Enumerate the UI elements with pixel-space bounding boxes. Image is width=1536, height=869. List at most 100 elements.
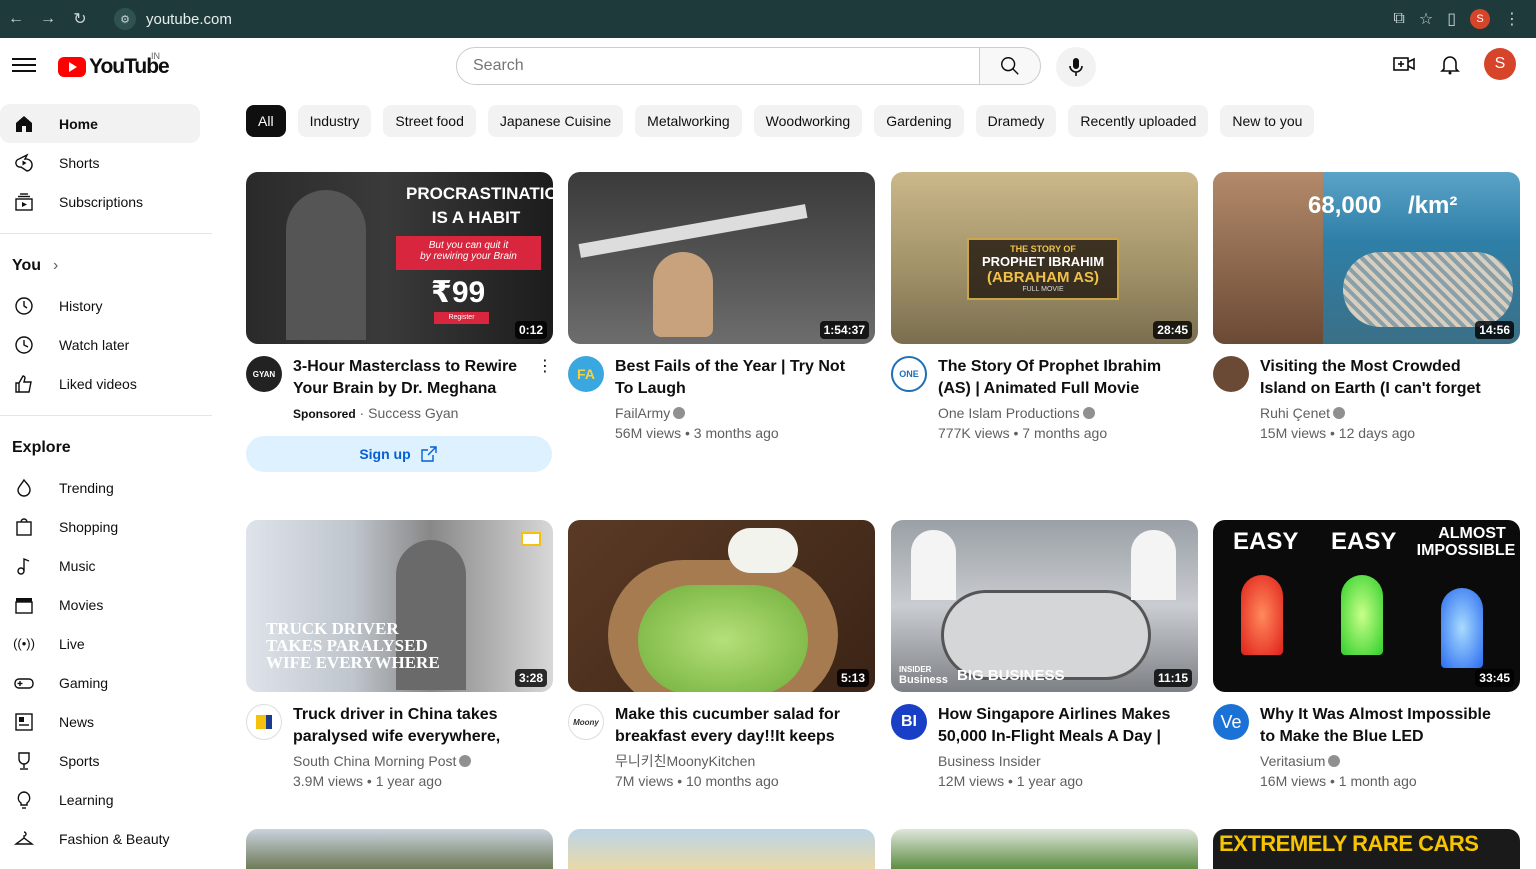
channel-avatar[interactable] (1213, 356, 1249, 392)
channel-avatar[interactable]: ONE (891, 356, 927, 392)
channel-name[interactable]: Ruhi Çenet (1260, 405, 1330, 421)
video-card[interactable] (246, 829, 553, 869)
channel-name[interactable]: Success Gyan (368, 405, 458, 421)
sidebar-item-liked-videos[interactable]: Liked videos (0, 364, 200, 403)
channel-name[interactable]: One Islam Productions (938, 405, 1080, 421)
sidebar-item-home[interactable]: Home (0, 104, 200, 143)
chip-woodworking[interactable]: Woodworking (753, 105, 863, 137)
chip-street-food[interactable]: Street food (383, 105, 476, 137)
video-thumbnail[interactable]: INSIDER Business BIG BUSINESS 11:15 (891, 520, 1198, 692)
video-card[interactable]: THE STORY OF PROPHET IBRAHIM (ABRAHAM AS… (891, 172, 1198, 443)
create-video-icon[interactable] (1392, 52, 1416, 76)
channel-name[interactable]: 무니키친MoonyKitchen (615, 751, 865, 771)
chip-dramedy[interactable]: Dramedy (975, 105, 1057, 137)
sidebar-item-gaming[interactable]: Gaming (0, 663, 200, 702)
video-thumbnail[interactable]: 1:54:37 (568, 172, 875, 344)
video-card[interactable]: TRUCK DRIVER TAKES PARALYSED WIFE EVERYW… (246, 520, 553, 791)
sidebar-item-watch-later[interactable]: Watch later (0, 325, 200, 364)
sidebar-item-trending[interactable]: Trending (0, 468, 200, 507)
video-thumbnail[interactable]: TRUCK DRIVER TAKES PARALYSED WIFE EVERYW… (246, 520, 553, 692)
address-bar[interactable]: ⚙ youtube.com (106, 4, 1346, 34)
site-info-icon[interactable]: ⚙ (114, 8, 136, 30)
video-thumbnail[interactable]: EXTREMELY RARE CARS (1213, 829, 1520, 869)
chip-recently-uploaded[interactable]: Recently uploaded (1068, 105, 1209, 137)
youtube-logo[interactable]: YouTube IN (58, 51, 170, 79)
search-box[interactable] (456, 47, 980, 85)
chip-gardening[interactable]: Gardening (874, 105, 964, 137)
browser-menu-icon[interactable]: ⋮ (1504, 9, 1520, 29)
more-actions-icon[interactable]: ⋮ (537, 356, 553, 376)
video-thumbnail[interactable] (568, 829, 875, 869)
sign-up-button[interactable]: Sign up (246, 436, 552, 472)
video-thumbnail[interactable]: 5:13 (568, 520, 875, 692)
sidebar-item-shopping[interactable]: Shopping (0, 507, 200, 546)
channel-avatar[interactable]: FA (568, 356, 604, 392)
video-title[interactable]: 3-Hour Masterclass to Rewire Your Brain … (293, 356, 543, 400)
channel-name[interactable]: Business Insider (938, 751, 1188, 771)
video-title[interactable]: Why It Was Almost Impossible to Make the… (1260, 704, 1510, 748)
channel-avatar[interactable] (246, 704, 282, 740)
video-title[interactable]: Truck driver in China takes paralysed wi… (293, 704, 543, 748)
channel-avatar[interactable]: GYAN (246, 356, 282, 392)
notifications-bell-icon[interactable] (1438, 52, 1462, 76)
video-card[interactable] (891, 829, 1198, 869)
forward-icon[interactable]: → (32, 10, 64, 28)
chip-japanese-cuisine[interactable]: Japanese Cuisine (487, 105, 624, 137)
video-title[interactable]: Make this cucumber salad for breakfast e… (615, 704, 865, 748)
url-text: youtube.com (146, 10, 232, 28)
video-card[interactable]: 1:54:37 FA Best Fails of the Year | Try … (568, 172, 875, 443)
you-heading-label: You (12, 257, 42, 274)
account-avatar[interactable]: S (1484, 48, 1516, 80)
bookmark-star-icon[interactable]: ☆ (1419, 9, 1433, 29)
video-thumbnail[interactable]: 68,000 /km² 14:56 (1213, 172, 1520, 344)
sidebar-item-movies[interactable]: Movies (0, 585, 200, 624)
video-card[interactable]: EASY EASY ALMOST IMPOSSIBLE 33:45 Ve Why… (1213, 520, 1520, 791)
chip-new-to-you[interactable]: New to you (1220, 105, 1315, 137)
video-title[interactable]: How Singapore Airlines Makes 50,000 In-F… (938, 704, 1188, 748)
video-card[interactable]: 5:13 Moony Make this cucumber salad for … (568, 520, 875, 791)
voice-search-button[interactable] (1056, 47, 1096, 87)
channel-avatar[interactable]: Moony (568, 704, 604, 740)
sidebar-item-music[interactable]: Music (0, 546, 200, 585)
channel-avatar[interactable]: Ve (1213, 704, 1249, 740)
sidebar-item-live[interactable]: ((•)) Live (0, 624, 200, 663)
browser-profile-avatar[interactable]: S (1470, 9, 1490, 29)
hamburger-menu-icon[interactable] (12, 54, 36, 78)
sidebar-you-heading[interactable]: You › (0, 246, 224, 286)
search-button[interactable] (979, 47, 1041, 85)
sidebar-item-fashion-beauty[interactable]: Fashion & Beauty (0, 819, 200, 858)
video-card[interactable]: 68,000 /km² 14:56 Visiting the Most Crow… (1213, 172, 1520, 443)
back-icon[interactable]: ← (0, 10, 32, 28)
video-card-ad[interactable]: PROCRASTINATION IS A HABIT But you can q… (246, 172, 553, 472)
chip-all[interactable]: All (246, 105, 286, 137)
video-title[interactable]: The Story Of Prophet Ibrahim (AS) | Anim… (938, 356, 1188, 400)
video-thumbnail[interactable]: EASY EASY ALMOST IMPOSSIBLE 33:45 (1213, 520, 1520, 692)
install-icon[interactable]: ⧉ (1393, 10, 1404, 28)
video-thumbnail[interactable]: PROCRASTINATION IS A HABIT But you can q… (246, 172, 553, 344)
channel-avatar[interactable]: BI (891, 704, 927, 740)
video-title[interactable]: Visiting the Most Crowded Island on Eart… (1260, 356, 1510, 400)
sidebar-item-history[interactable]: History (0, 286, 200, 325)
side-panel-icon[interactable]: ▯ (1447, 9, 1456, 29)
video-thumbnail[interactable]: THE STORY OF PROPHET IBRAHIM (ABRAHAM AS… (891, 172, 1198, 344)
channel-name[interactable]: Veritasium (1260, 753, 1325, 769)
chip-industry[interactable]: Industry (297, 105, 372, 137)
sidebar-item-label: Movies (59, 596, 104, 613)
video-card[interactable]: INSIDER Business BIG BUSINESS 11:15 BI H… (891, 520, 1198, 791)
sidebar-item-sports[interactable]: Sports (0, 741, 200, 780)
channel-name[interactable]: South China Morning Post (293, 753, 456, 769)
video-card[interactable]: EXTREMELY RARE CARS (1213, 829, 1520, 869)
sidebar-item-learning[interactable]: Learning (0, 780, 200, 819)
video-thumbnail[interactable] (891, 829, 1198, 869)
reload-icon[interactable]: ↻ (64, 9, 96, 29)
video-thumbnail[interactable] (246, 829, 553, 869)
search-input[interactable] (473, 57, 979, 75)
view-count: 56M views • 3 months ago (615, 425, 779, 441)
channel-name[interactable]: FailArmy (615, 405, 670, 421)
video-title[interactable]: Best Fails of the Year | Try Not To Laug… (615, 356, 865, 400)
chip-metalworking[interactable]: Metalworking (635, 105, 742, 137)
sidebar-item-subscriptions[interactable]: Subscriptions (0, 182, 200, 221)
sidebar-item-shorts[interactable]: Shorts (0, 143, 200, 182)
sidebar-item-news[interactable]: News (0, 702, 200, 741)
video-card[interactable] (568, 829, 875, 869)
